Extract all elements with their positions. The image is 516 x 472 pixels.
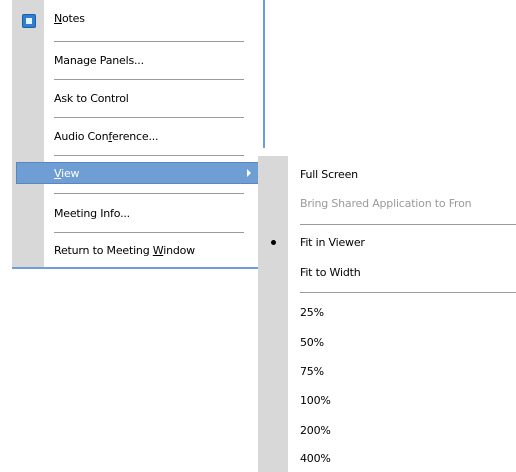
- menu-item-label: View: [54, 167, 80, 180]
- menu-separator: [54, 117, 244, 119]
- chevron-right-icon: [247, 169, 251, 177]
- menu-separator: [300, 224, 516, 226]
- menu-separator: [54, 155, 244, 157]
- submenu-item-full-screen[interactable]: Full Screen: [258, 162, 516, 186]
- menu-item-label: 25%: [300, 306, 324, 319]
- context-menu: Notes Manage Panels... Ask to Control Au…: [12, 0, 265, 269]
- menu-item-label: Bring Shared Application to Fron: [300, 197, 472, 210]
- menu-separator: [54, 232, 244, 234]
- submenu-item-zoom-75[interactable]: 75%: [258, 359, 516, 383]
- submenu-item-bring-shared-application: Bring Shared Application to Fron: [258, 191, 516, 215]
- menu-item-label: Meeting Info...: [54, 207, 130, 220]
- menu-item-label: Audio Conference...: [54, 130, 159, 143]
- menu-item-audio-conference[interactable]: Audio Conference...: [12, 124, 260, 148]
- submenu-item-zoom-100[interactable]: 100%: [258, 388, 516, 412]
- submenu-item-zoom-50[interactable]: 50%: [258, 330, 516, 354]
- menu-item-ask-to-control[interactable]: Ask to Control: [12, 86, 260, 110]
- menu-item-label: Fit in Viewer: [300, 236, 365, 249]
- submenu-item-zoom-25[interactable]: 25%: [258, 300, 516, 324]
- menu-item-return-to-meeting-window[interactable]: Return to Meeting Window: [12, 238, 260, 262]
- menu-separator: [54, 79, 244, 81]
- menu-item-label: 400%: [300, 452, 331, 465]
- menu-item-meeting-info[interactable]: Meeting Info...: [12, 201, 260, 225]
- menu-item-notes[interactable]: Notes: [12, 6, 260, 30]
- menu-item-label: 50%: [300, 336, 324, 349]
- menu-border: [263, 0, 265, 148]
- menu-item-label: Manage Panels...: [54, 54, 144, 67]
- menu-item-view[interactable]: View: [16, 162, 260, 184]
- view-submenu: Full Screen Bring Shared Application to …: [258, 156, 516, 472]
- menu-item-label: Return to Meeting Window: [54, 244, 195, 257]
- menu-item-label: Fit to Width: [300, 266, 361, 279]
- menu-separator: [54, 193, 244, 195]
- menu-separator: [300, 292, 516, 294]
- submenu-item-fit-in-viewer[interactable]: Fit in Viewer: [258, 230, 516, 254]
- menu-item-label: Ask to Control: [54, 92, 129, 105]
- menu-item-label: Notes: [54, 12, 85, 25]
- submenu-item-fit-to-width[interactable]: Fit to Width: [258, 260, 516, 284]
- menu-item-label: 200%: [300, 424, 331, 437]
- notes-icon: [22, 14, 36, 28]
- menu-item-label: 100%: [300, 394, 331, 407]
- submenu-item-zoom-200[interactable]: 200%: [258, 418, 516, 442]
- menu-item-label: Full Screen: [300, 168, 358, 181]
- radio-bullet-icon: [271, 240, 276, 245]
- menu-item-label: 75%: [300, 365, 324, 378]
- menu-border: [12, 267, 264, 269]
- submenu-item-zoom-400[interactable]: 400%: [258, 446, 516, 470]
- menu-item-manage-panels[interactable]: Manage Panels...: [12, 48, 260, 72]
- menu-separator: [54, 41, 244, 43]
